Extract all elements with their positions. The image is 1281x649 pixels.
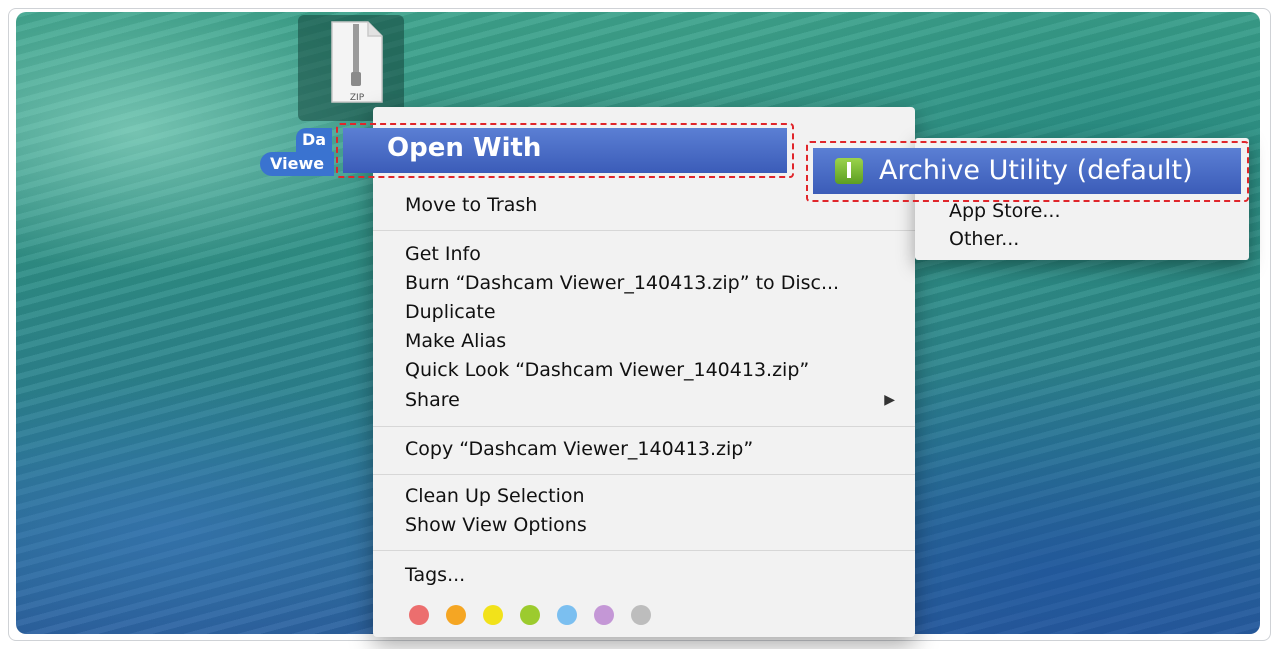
annotation-box-archive-utility [806,141,1249,202]
share-label: Share [405,389,460,411]
file-label-line2: Viewe [260,152,335,176]
tag-yellow-icon[interactable] [483,605,503,625]
share-item[interactable]: Share ▶ [405,386,895,414]
get-info-item[interactable]: Get Info [405,240,481,268]
make-alias-item[interactable]: Make Alias [405,327,506,355]
menu-separator [373,550,915,551]
submenu-arrow-icon: ▶ [884,392,895,408]
show-view-options-item[interactable]: Show View Options [405,511,587,539]
menu-separator [373,474,915,475]
copy-item[interactable]: Copy “Dashcam Viewer_140413.zip” [405,435,753,463]
file-label-line1: Da [296,128,333,152]
clean-up-selection-item[interactable]: Clean Up Selection [405,482,585,510]
tag-purple-icon[interactable] [594,605,614,625]
other-item[interactable]: Other... [949,226,1019,252]
annotation-box-open-with [336,123,794,178]
menu-separator [373,230,915,231]
quick-look-item[interactable]: Quick Look “Dashcam Viewer_140413.zip” [405,356,809,384]
menu-separator [373,426,915,427]
tag-gray-icon[interactable] [631,605,651,625]
move-to-trash-item[interactable]: Move to Trash [405,191,537,219]
duplicate-item[interactable]: Duplicate [405,298,496,326]
tag-green-icon[interactable] [520,605,540,625]
zip-file-icon[interactable]: ZIP [330,20,384,104]
tags-item[interactable]: Tags... [405,561,465,589]
tag-red-icon[interactable] [409,605,429,625]
tag-blue-icon[interactable] [557,605,577,625]
burn-to-disc-item[interactable]: Burn “Dashcam Viewer_140413.zip” to Disc… [405,269,839,297]
zip-icon-caption: ZIP [350,93,365,103]
tag-orange-icon[interactable] [446,605,466,625]
